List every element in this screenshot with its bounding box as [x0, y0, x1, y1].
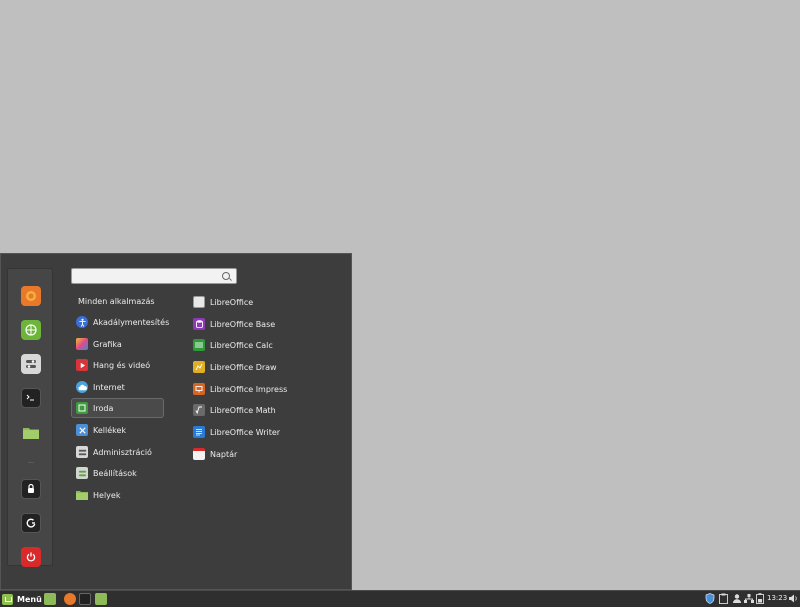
- category-graphics[interactable]: Grafika: [71, 334, 164, 354]
- favorites-divider: [28, 462, 34, 463]
- libreoffice-calc-icon: [193, 339, 205, 351]
- folder-icon: [76, 489, 88, 501]
- category-accessories[interactable]: Kellékek: [71, 420, 164, 440]
- category-accessibility[interactable]: Akadálymentesítés: [71, 312, 169, 332]
- volume-icon[interactable]: [788, 593, 798, 604]
- user-icon[interactable]: [732, 593, 742, 604]
- category-office[interactable]: Iroda: [71, 398, 164, 418]
- settings-icon: [76, 467, 88, 479]
- accessibility-icon: [76, 316, 88, 328]
- libreoffice-impress-icon: [193, 383, 205, 395]
- app-libreoffice-calc[interactable]: LibreOffice Calc: [191, 335, 341, 355]
- software-manager-icon[interactable]: [21, 320, 41, 340]
- category-label: Grafika: [93, 339, 122, 349]
- network-icon[interactable]: [744, 593, 754, 604]
- terminal-icon[interactable]: [79, 593, 91, 605]
- category-label: Iroda: [93, 403, 114, 413]
- category-label: Adminisztráció: [93, 447, 152, 457]
- accessories-icon: [76, 424, 88, 436]
- clock[interactable]: 13:23: [767, 594, 787, 602]
- system-settings-icon[interactable]: [21, 354, 41, 374]
- app-libreoffice-draw[interactable]: LibreOffice Draw: [191, 357, 341, 377]
- app-libreoffice-writer[interactable]: LibreOffice Writer: [191, 422, 341, 442]
- category-label: Minden alkalmazás: [78, 296, 155, 306]
- category-internet[interactable]: Internet: [71, 377, 164, 397]
- multimedia-icon: [76, 359, 88, 371]
- terminal-icon[interactable]: [21, 388, 41, 408]
- category-all-applications[interactable]: Minden alkalmazás: [71, 291, 164, 311]
- office-icon: [76, 402, 88, 414]
- app-label: LibreOffice Writer: [210, 427, 281, 437]
- calendar-icon: [193, 448, 205, 460]
- app-label: LibreOffice Base: [210, 319, 276, 329]
- category-multimedia[interactable]: Hang és videó: [71, 355, 164, 375]
- app-libreoffice[interactable]: LibreOffice: [191, 292, 341, 312]
- category-label: Beállítások: [93, 468, 137, 478]
- logout-icon[interactable]: [21, 513, 41, 533]
- favorites-sidebar: [7, 268, 53, 567]
- category-label: Kellékek: [93, 425, 127, 435]
- show-desktop-icon[interactable]: [44, 593, 56, 605]
- category-label: Helyek: [93, 490, 121, 500]
- firefox-icon[interactable]: [21, 286, 41, 306]
- libreoffice-base-icon: [193, 318, 205, 330]
- app-calendar[interactable]: Naptár: [191, 444, 341, 464]
- administration-icon: [76, 446, 88, 458]
- libreoffice-writer-icon: [193, 426, 205, 438]
- category-label: Akadálymentesítés: [93, 317, 170, 327]
- lock-screen-icon[interactable]: [21, 479, 41, 499]
- category-label: Hang és videó: [93, 360, 151, 370]
- files-folder-icon[interactable]: [21, 422, 41, 442]
- app-label: LibreOffice Calc: [210, 340, 273, 350]
- app-libreoffice-impress[interactable]: LibreOffice Impress: [191, 379, 341, 399]
- category-label: Internet: [93, 382, 125, 392]
- menu-button-label: Menü: [17, 594, 42, 604]
- app-label: LibreOffice Math: [210, 405, 276, 415]
- app-libreoffice-base[interactable]: LibreOffice Base: [191, 314, 341, 334]
- cloud-icon: [76, 381, 88, 393]
- menu-button[interactable]: Menü: [2, 592, 42, 606]
- firefox-icon[interactable]: [64, 593, 76, 605]
- libreoffice-draw-icon: [193, 361, 205, 373]
- clipboard-icon[interactable]: [719, 593, 729, 604]
- application-menu: Minden alkalmazás Akadálymentesítés Graf…: [0, 253, 352, 590]
- libreoffice-math-icon: [193, 404, 205, 416]
- app-label: LibreOffice Impress: [210, 384, 288, 394]
- category-places[interactable]: Helyek: [71, 485, 164, 505]
- category-administration[interactable]: Adminisztráció: [71, 442, 164, 462]
- taskbar: Menü 13:23: [0, 590, 800, 607]
- search-icon: [222, 272, 230, 280]
- graphics-icon: [76, 338, 88, 350]
- category-settings[interactable]: Beállítások: [71, 463, 164, 483]
- files-folder-icon[interactable]: [95, 593, 107, 605]
- app-label: LibreOffice: [210, 297, 254, 307]
- app-libreoffice-math[interactable]: LibreOffice Math: [191, 400, 341, 420]
- search-input[interactable]: [75, 270, 219, 284]
- mint-logo-icon: [2, 593, 13, 605]
- shield-icon[interactable]: [705, 593, 715, 604]
- battery-icon[interactable]: [756, 593, 766, 604]
- libreoffice-icon: [193, 296, 205, 308]
- shutdown-icon[interactable]: [21, 547, 41, 567]
- app-label: Naptár: [210, 449, 238, 459]
- search-box[interactable]: [71, 268, 237, 284]
- app-label: LibreOffice Draw: [210, 362, 277, 372]
